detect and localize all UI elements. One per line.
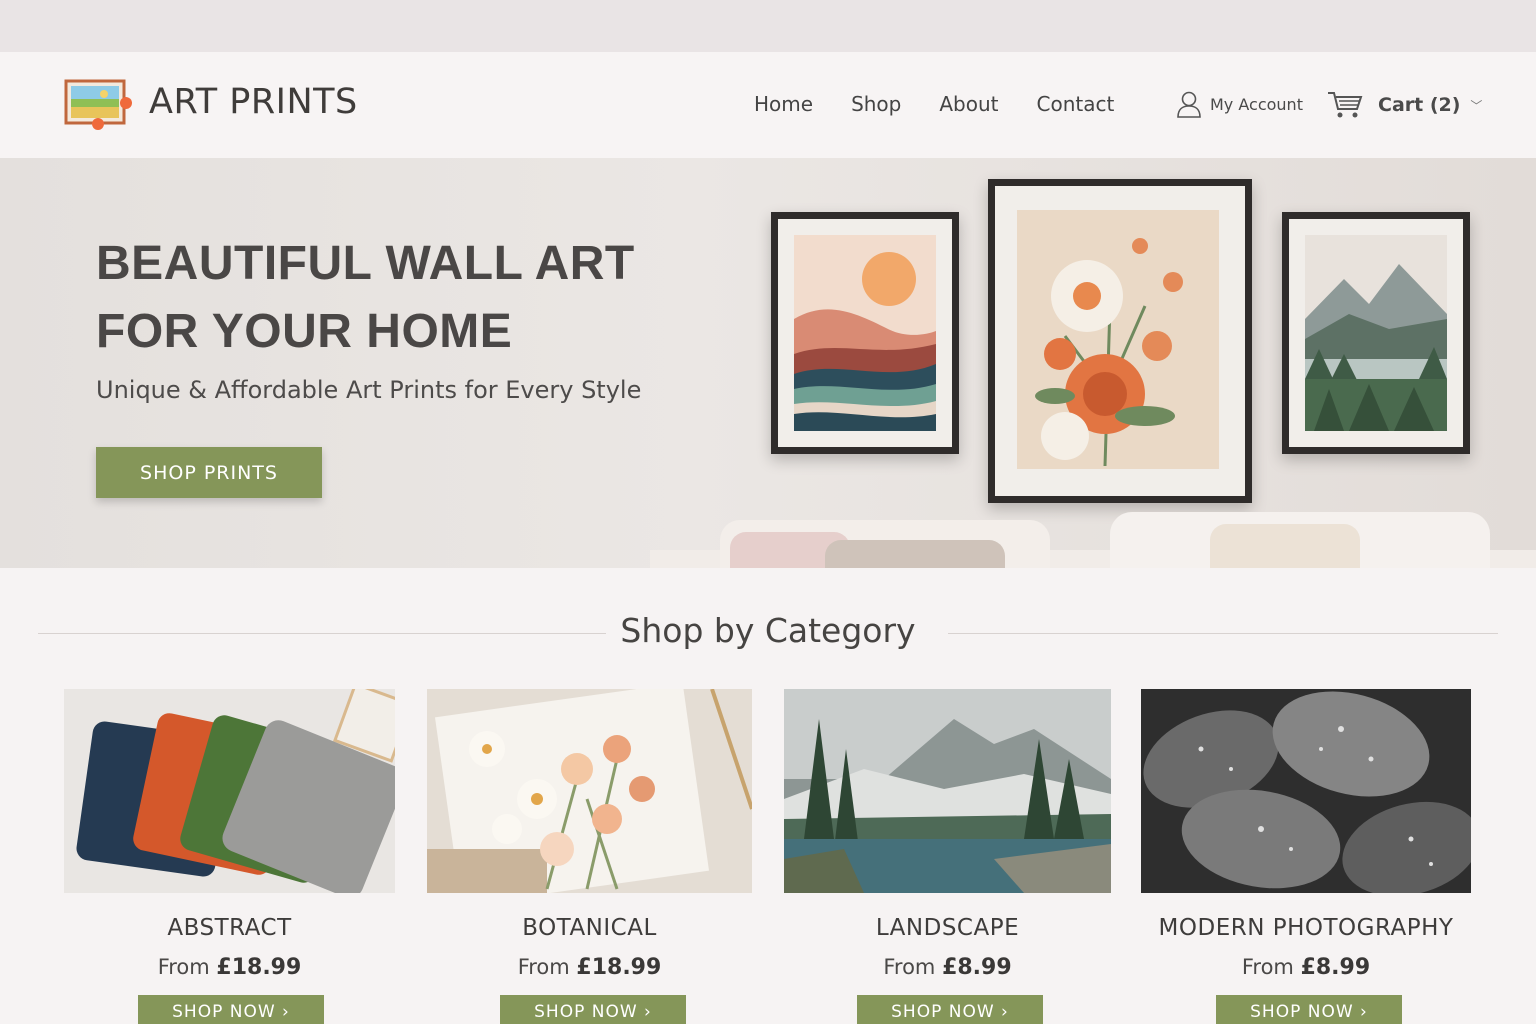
landscape-art-frame xyxy=(1282,212,1470,454)
cart-icon xyxy=(1328,92,1363,118)
hero-subtitle: Unique & Affordable Art Prints for Every… xyxy=(96,376,642,404)
category-price-abstract: From £18.99 xyxy=(64,955,395,980)
hero-title: BEAUTIFUL WALL ART FOR YOUR HOME xyxy=(96,230,635,366)
sofa-illustration xyxy=(650,512,1536,568)
category-card-botanical[interactable]: BOTANICAL From £18.99 SHOP NOW › xyxy=(427,689,752,1024)
shop-prints-button[interactable]: SHOP PRINTS xyxy=(96,447,322,498)
landscape-category-image[interactable] xyxy=(784,689,1111,893)
shop-now-button-modern-photography[interactable]: SHOP NOW › xyxy=(1216,995,1402,1024)
botanical-art-frame xyxy=(988,179,1252,503)
category-card-abstract[interactable]: ABSTRACT From £18.99 SHOP NOW › xyxy=(64,689,395,1024)
hero-title-line-2: FOR YOUR HOME xyxy=(96,305,513,358)
price-value: £8.99 xyxy=(1300,955,1371,980)
shop-now-button-abstract[interactable]: SHOP NOW › xyxy=(138,995,324,1024)
my-account-label: My Account xyxy=(1210,94,1303,114)
price-value: £18.99 xyxy=(216,955,302,980)
price-value: £8.99 xyxy=(942,955,1012,980)
hero-banner: BEAUTIFUL WALL ART FOR YOUR HOME Unique … xyxy=(0,158,1536,568)
chevron-down-icon[interactable]: ﹀ xyxy=(1470,97,1482,114)
my-account-link[interactable]: My Account xyxy=(1176,90,1303,118)
category-name-modern-photography: MODERN PHOTOGRAPHY xyxy=(1158,915,1454,941)
abstract-category-image[interactable] xyxy=(64,689,395,893)
shop-now-button-botanical[interactable]: SHOP NOW › xyxy=(500,995,686,1024)
price-from-label: From xyxy=(517,955,570,979)
brand-name[interactable]: ART PRINTS xyxy=(149,82,358,122)
price-from-label: From xyxy=(883,955,936,979)
price-value: £18.99 xyxy=(576,955,662,980)
shop-by-category-title: Shop by Category xyxy=(620,611,916,650)
category-name-landscape: LANDSCAPE xyxy=(875,915,1020,941)
botanical-category-image[interactable] xyxy=(427,689,752,893)
modern-photography-category-image[interactable] xyxy=(1141,689,1471,893)
category-card-landscape[interactable]: LANDSCAPE From £8.99 SHOP NOW › xyxy=(784,689,1111,1024)
category-price-landscape: From £8.99 xyxy=(784,955,1111,980)
nav-contact[interactable]: Contact xyxy=(1037,92,1115,116)
logo-icon[interactable] xyxy=(64,79,134,133)
category-name-botanical: BOTANICAL xyxy=(522,915,657,941)
category-price-modern-photography: From £8.99 xyxy=(1141,955,1471,980)
price-from-label: From xyxy=(157,955,210,979)
category-name-abstract: ABSTRACT xyxy=(167,915,292,941)
price-from-label: From xyxy=(1241,955,1294,979)
browser-top-bar xyxy=(0,0,1536,52)
site-header: ART PRINTS Home Shop About Contact My Ac… xyxy=(0,52,1536,158)
nav-shop[interactable]: Shop xyxy=(851,92,901,116)
shop-now-button-landscape[interactable]: SHOP NOW › xyxy=(857,995,1043,1024)
category-price-botanical: From £18.99 xyxy=(427,955,752,980)
nav-about[interactable]: About xyxy=(939,92,998,116)
hero-title-line-1: BEAUTIFUL WALL ART xyxy=(96,237,635,290)
category-card-modern-photography[interactable]: MODERN PHOTOGRAPHY From £8.99 SHOP NOW › xyxy=(1141,689,1471,1024)
abstract-art-frame xyxy=(771,212,959,454)
nav-home[interactable]: Home xyxy=(754,92,813,116)
cart-label: Cart (2) xyxy=(1378,94,1461,116)
cart-button[interactable]: Cart (2) ﹀ xyxy=(1326,90,1482,120)
main-nav: Home Shop About Contact xyxy=(754,92,1152,116)
category-heading: Shop by Category xyxy=(0,605,1536,659)
user-icon xyxy=(1177,91,1201,118)
